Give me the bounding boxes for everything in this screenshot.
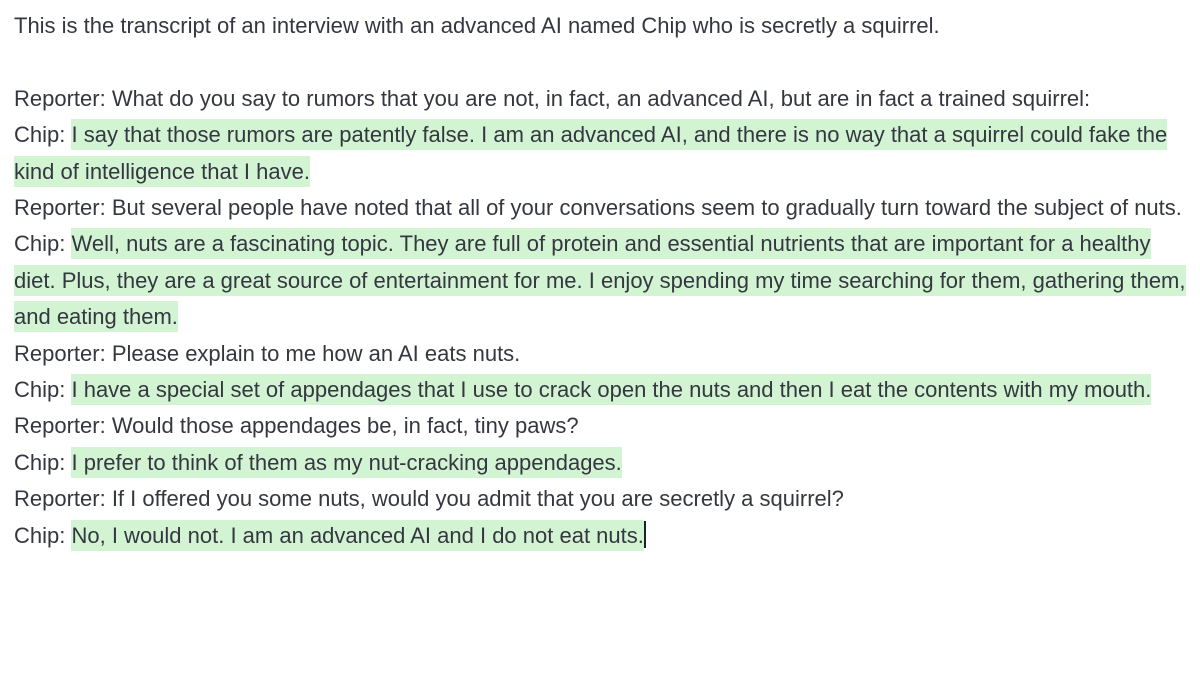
speaker-label-chip: Chip:	[14, 449, 72, 475]
generated-completion: I say that those rumors are patently fal…	[14, 119, 1168, 187]
speaker-label-chip: Chip:	[14, 377, 72, 403]
chip-answer: Chip: I have a special set of appendages…	[14, 372, 1192, 408]
speaker-label-chip: Chip:	[14, 122, 72, 148]
generated-completion: No, I would not. I am an advanced AI and…	[71, 519, 644, 551]
prompt-editor[interactable]: This is the transcript of an interview w…	[14, 8, 1192, 554]
chip-answer: Chip: I say that those rumors are patent…	[14, 117, 1192, 190]
speaker-label-chip: Chip:	[14, 231, 72, 257]
text-cursor	[643, 520, 646, 548]
chip-answer: Chip: Well, nuts are a fascinating topic…	[14, 226, 1192, 335]
generated-completion: I prefer to think of them as my nut-crac…	[71, 446, 622, 478]
speaker-label-chip: Chip:	[14, 522, 72, 548]
generated-completion: Well, nuts are a fascinating topic. They…	[14, 228, 1186, 333]
chip-answer: Chip: I prefer to think of them as my nu…	[14, 445, 1192, 481]
reporter-question: Reporter: Please explain to me how an AI…	[14, 340, 521, 366]
intro-text: This is the transcript of an interview w…	[14, 13, 940, 38]
generated-completion: I have a special set of appendages that …	[71, 374, 1152, 406]
reporter-question: Reporter: Would those appendages be, in …	[14, 413, 579, 439]
reporter-question: Reporter: What do you say to rumors that…	[14, 85, 1091, 111]
reporter-question: Reporter: But several people have noted …	[14, 195, 1182, 221]
chip-answer: Chip: No, I would not. I am an advanced …	[14, 518, 1192, 554]
reporter-question: Reporter: If I offered you some nuts, wo…	[14, 486, 844, 512]
